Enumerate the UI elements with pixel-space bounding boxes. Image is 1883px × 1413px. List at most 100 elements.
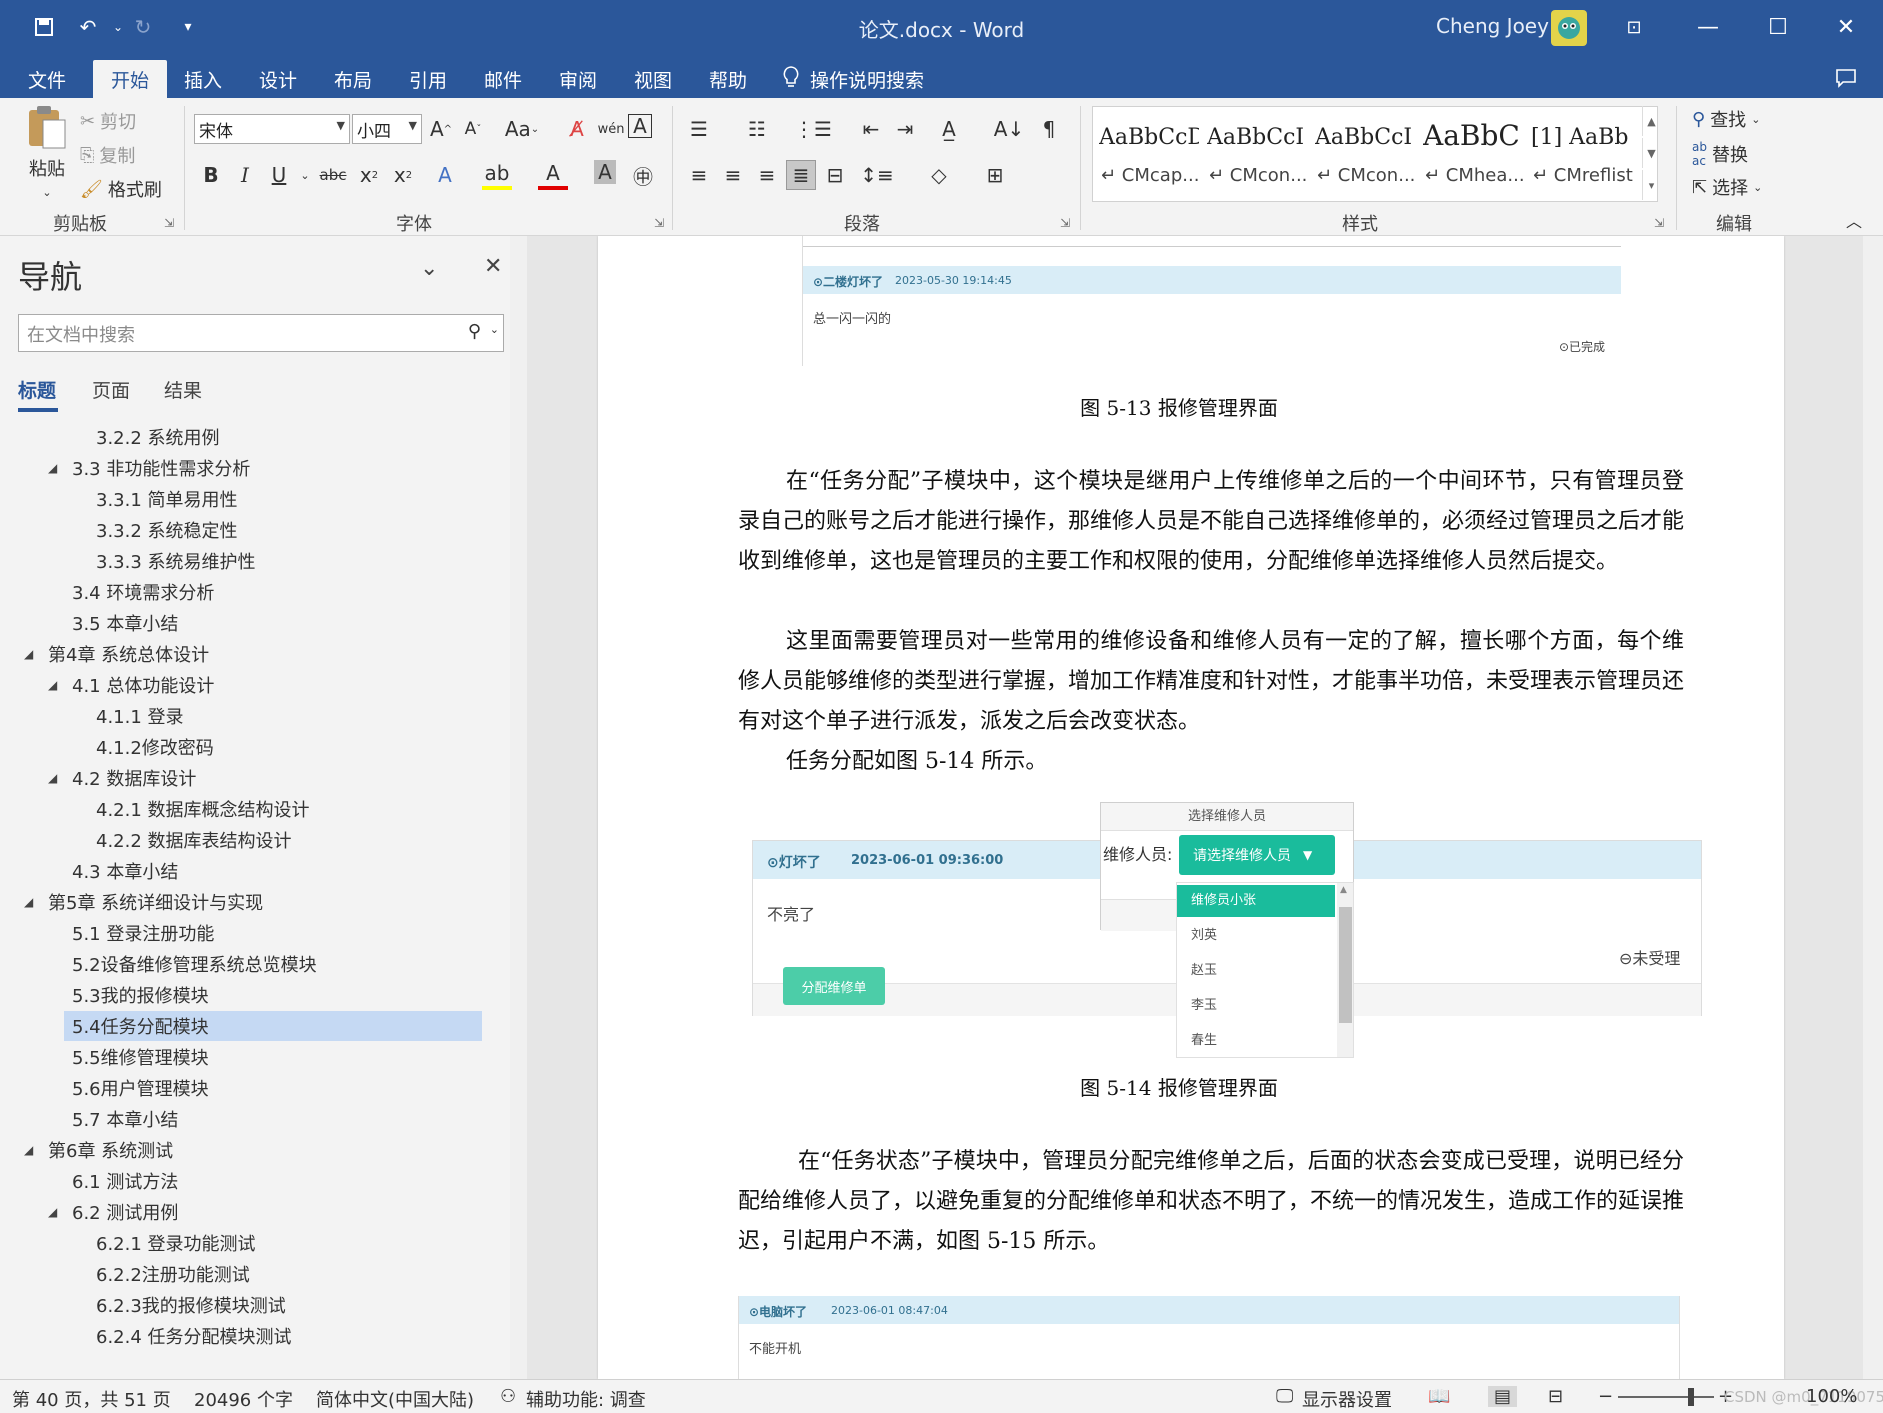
technician-select[interactable]: 请选择维修人员 ▼ bbox=[1179, 835, 1335, 875]
web-layout-icon[interactable]: ⊟ bbox=[1548, 1386, 1563, 1407]
find-button[interactable]: ⚲ 查找 ⌄ bbox=[1692, 106, 1760, 132]
font-color-icon[interactable]: A bbox=[538, 160, 568, 190]
clipboard-launcher-icon[interactable]: ⇲ bbox=[164, 216, 174, 230]
nav-tab-headings[interactable]: 标题 bbox=[18, 376, 56, 403]
dropdown-option[interactable]: 李玉 bbox=[1177, 991, 1335, 1021]
user-name[interactable]: Cheng Joey bbox=[1436, 14, 1549, 38]
search-icon[interactable]: ⚲ bbox=[468, 321, 481, 342]
nav-scrollbar[interactable] bbox=[510, 236, 527, 1379]
shading-icon[interactable]: ◇ bbox=[924, 160, 954, 190]
enclose-characters-icon[interactable]: ㊥ bbox=[628, 160, 658, 190]
nav-heading-item[interactable]: ◢ 3.3 非功能性需求分析 bbox=[48, 453, 250, 483]
superscript-icon[interactable]: x2 bbox=[388, 160, 418, 190]
nav-heading-item[interactable]: 3.2.2 系统用例 bbox=[96, 422, 220, 452]
style-item[interactable]: [1] AaBb ↵ CMreflist bbox=[1525, 107, 1637, 201]
maximize-icon[interactable]: ☐ bbox=[1746, 0, 1810, 54]
decrease-indent-icon[interactable]: ⇤ bbox=[856, 114, 886, 144]
font-name-select[interactable]: 宋体 ▼ bbox=[194, 114, 350, 144]
borders-icon[interactable]: ⊞ bbox=[980, 160, 1010, 190]
nav-heading-item[interactable]: 3.3.3 系统易维护性 bbox=[96, 546, 256, 576]
tab-references[interactable]: 引用 bbox=[403, 60, 453, 98]
zoom-level[interactable]: 100% bbox=[1806, 1386, 1857, 1407]
ribbon-display-icon[interactable]: ⊡ bbox=[1602, 0, 1666, 54]
subscript-icon[interactable]: x2 bbox=[354, 160, 384, 190]
dropdown-option[interactable]: 刘英 bbox=[1177, 921, 1335, 951]
dropdown-option[interactable]: 赵玉 bbox=[1177, 956, 1335, 986]
style-item[interactable]: AaBbCcI ↵ CMcon... bbox=[1201, 107, 1309, 201]
collapse-triangle-icon[interactable]: ◢ bbox=[24, 895, 33, 909]
nav-heading-item[interactable]: 5.3我的报修模块 bbox=[72, 980, 209, 1010]
zoom-out-icon[interactable]: − bbox=[1598, 1386, 1613, 1407]
chevron-down-icon[interactable]: ⌄ bbox=[490, 323, 499, 336]
page-count[interactable]: 第 40 页，共 51 页 bbox=[12, 1386, 171, 1412]
nav-heading-item[interactable]: 4.3 本章小结 bbox=[72, 856, 178, 886]
display-settings[interactable]: 显示器设置 bbox=[1302, 1386, 1392, 1412]
copy-button[interactable]: ⎘ 复制 bbox=[80, 142, 135, 168]
nav-heading-item[interactable]: 6.1 测试方法 bbox=[72, 1166, 178, 1196]
distributed-icon[interactable]: ⊟ bbox=[820, 160, 850, 190]
cut-button[interactable]: ✂ 剪切 bbox=[80, 108, 136, 134]
clear-formatting-icon[interactable]: A̸ bbox=[562, 114, 592, 144]
scroll-up-icon[interactable]: ▲ bbox=[1340, 885, 1347, 895]
nav-heading-item[interactable]: ◢ 4.2 数据库设计 bbox=[48, 763, 196, 793]
styles-up-icon[interactable]: ▲ bbox=[1642, 106, 1660, 136]
print-layout-icon[interactable]: ▤ bbox=[1488, 1386, 1518, 1407]
change-case-icon[interactable]: Aa ⌄ bbox=[500, 114, 544, 144]
nav-heading-item[interactable]: 5.7 本章小结 bbox=[72, 1104, 178, 1134]
nav-heading-item[interactable]: 5.6用户管理模块 bbox=[72, 1073, 209, 1103]
nav-heading-item[interactable]: 3.3.2 系统稳定性 bbox=[96, 515, 238, 545]
style-item[interactable]: AaBbC ↵ CMhea... bbox=[1417, 107, 1525, 201]
nav-heading-item[interactable]: 4.2.1 数据库概念结构设计 bbox=[96, 794, 310, 824]
phonetic-guide-icon[interactable]: wén bbox=[596, 114, 626, 144]
close-icon[interactable]: ✕ bbox=[484, 254, 502, 279]
strikethrough-icon[interactable]: abc bbox=[318, 160, 348, 190]
tab-review[interactable]: 审阅 bbox=[553, 60, 603, 98]
align-center-icon[interactable]: ≡ bbox=[718, 160, 748, 190]
minimize-icon[interactable]: — bbox=[1676, 0, 1740, 54]
tell-me-search[interactable]: 操作说明搜索 bbox=[782, 60, 924, 98]
nav-heading-item[interactable]: ◢ 4.1 总体功能设计 bbox=[48, 670, 214, 700]
nav-heading-item[interactable]: 3.4 环境需求分析 bbox=[72, 577, 214, 607]
language[interactable]: 简体中文(中国大陆) bbox=[316, 1386, 474, 1412]
nav-heading-item[interactable]: 6.2.3我的报修模块测试 bbox=[96, 1290, 286, 1320]
nav-heading-item[interactable]: ◢ 第4章 系统总体设计 bbox=[24, 639, 209, 669]
collapse-triangle-icon[interactable]: ◢ bbox=[48, 771, 57, 785]
tab-layout[interactable]: 布局 bbox=[328, 60, 378, 98]
avatar[interactable] bbox=[1551, 10, 1587, 46]
character-border-icon[interactable]: A bbox=[628, 114, 652, 138]
comments-icon[interactable] bbox=[1828, 60, 1864, 96]
nav-options-icon[interactable]: ⌄ bbox=[420, 256, 438, 281]
justify-icon[interactable]: ≣ bbox=[786, 160, 816, 190]
paste-dropdown-icon[interactable]: ⌄ bbox=[42, 186, 51, 199]
nav-search-input[interactable]: 在文档中搜索 ⚲ ⌄ bbox=[18, 314, 504, 352]
nav-heading-item[interactable]: 5.4任务分配模块 bbox=[64, 1011, 482, 1041]
style-item[interactable]: AaBbCcDd ↵ CMcap... bbox=[1093, 107, 1201, 201]
collapse-triangle-icon[interactable]: ◢ bbox=[48, 1205, 57, 1219]
line-spacing-icon[interactable]: ↕≡ bbox=[860, 160, 894, 190]
tab-view[interactable]: 视图 bbox=[628, 60, 678, 98]
collapse-triangle-icon[interactable]: ◢ bbox=[24, 647, 33, 661]
tab-file[interactable]: 文件 bbox=[22, 60, 72, 98]
shrink-font-icon[interactable]: Aˇ bbox=[458, 114, 488, 144]
dropdown-option[interactable]: 维修员小张 bbox=[1177, 885, 1335, 917]
tab-design[interactable]: 设计 bbox=[253, 60, 303, 98]
increase-indent-icon[interactable]: ⇥ bbox=[890, 114, 920, 144]
accessibility-status[interactable]: 辅助功能: 调查 bbox=[526, 1386, 646, 1412]
paste-button[interactable]: 粘贴 ⌄ bbox=[22, 104, 72, 199]
italic-icon[interactable]: I bbox=[230, 160, 260, 190]
paragraph-launcher-icon[interactable]: ⇲ bbox=[1060, 216, 1070, 230]
nav-tab-results[interactable]: 结果 bbox=[164, 376, 202, 403]
bold-icon[interactable]: B bbox=[196, 160, 226, 190]
nav-heading-item[interactable]: 4.1.1 登录 bbox=[96, 701, 184, 731]
select-button[interactable]: ⇱ 选择 ⌄ bbox=[1692, 174, 1762, 200]
nav-heading-item[interactable]: ◢ 6.2 测试用例 bbox=[48, 1197, 178, 1227]
collapse-triangle-icon[interactable]: ◢ bbox=[24, 1143, 33, 1157]
collapse-triangle-icon[interactable]: ◢ bbox=[48, 461, 57, 475]
dropdown-option[interactable]: 春生 bbox=[1177, 1026, 1335, 1056]
collapse-ribbon-icon[interactable]: ︿ bbox=[1846, 208, 1862, 232]
tab-insert[interactable]: 插入 bbox=[178, 60, 228, 98]
nav-heading-item[interactable]: 3.5 本章小结 bbox=[72, 608, 178, 638]
scrollbar-thumb[interactable] bbox=[1339, 907, 1352, 1023]
align-right-icon[interactable]: ≡ bbox=[752, 160, 782, 190]
underline-dropdown-icon[interactable]: ⌄ bbox=[290, 160, 320, 190]
